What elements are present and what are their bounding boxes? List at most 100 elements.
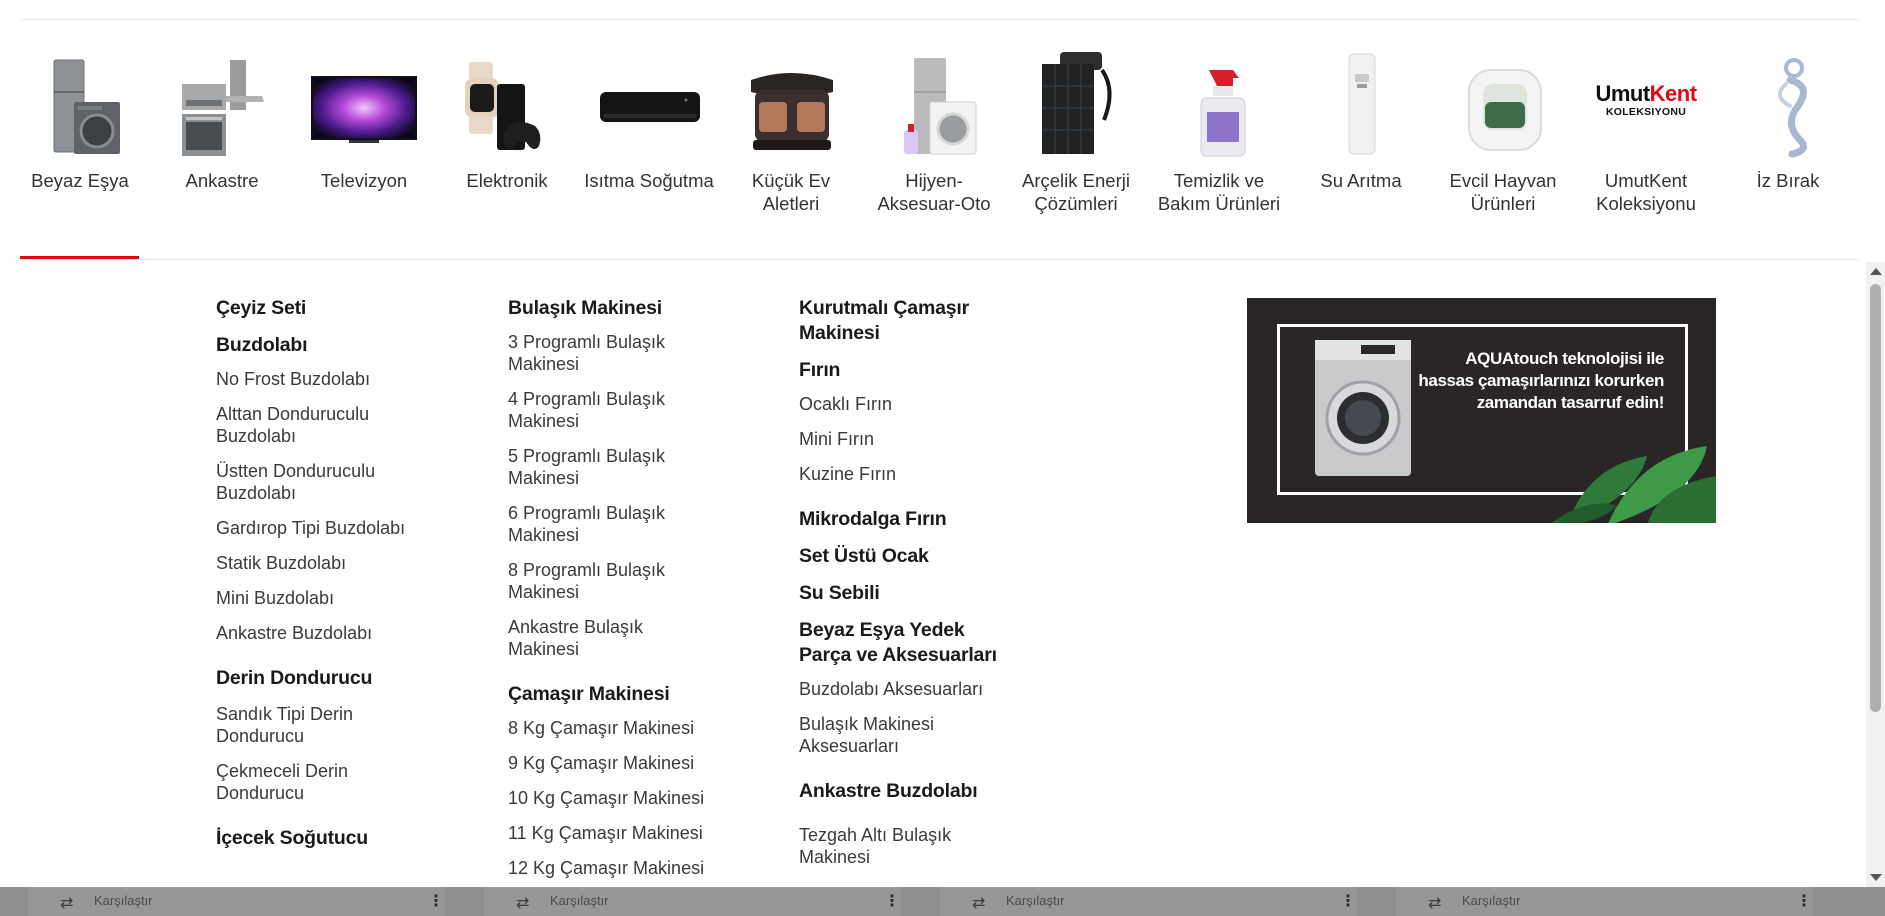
menu-heading-firin[interactable]: Fırın — [799, 358, 1009, 383]
menu-link[interactable]: Ankastre Buzdolabı — [216, 622, 426, 644]
menu-heading-icecek-sogutucu[interactable]: İçecek Soğutucu — [216, 826, 426, 851]
menu-heading-bulasik-makinesi[interactable]: Bulaşık Makinesi — [508, 296, 718, 321]
washing-machine-image — [1315, 340, 1411, 476]
menu-link[interactable]: Ocaklı Fırın — [799, 393, 1009, 415]
menu-link[interactable]: Mini Buzdolabı — [216, 587, 426, 609]
menu-link[interactable]: 8 Programlı Bulaşık Makinesi — [508, 559, 718, 603]
spray-bottle-icon — [1169, 40, 1269, 160]
compare-button[interactable]: ⇄ Karşılaştır ⋮ — [484, 887, 902, 916]
scroll-thumb[interactable] — [1870, 284, 1881, 712]
menu-column-3: Kurutmalı Çamaşır Makinesi Fırın Ocaklı … — [799, 296, 1009, 881]
menu-heading-buzdolabi[interactable]: Buzdolabı — [216, 333, 426, 358]
compare-arrows-icon: ⇄ — [972, 895, 986, 912]
category-label: Isıtma Soğutma — [584, 170, 714, 191]
category-label: Ankastre — [185, 170, 259, 191]
menu-link[interactable]: 6 Programlı Bulaşık Makinesi — [508, 502, 718, 546]
menu-heading-su-sebili[interactable]: Su Sebili — [799, 581, 1009, 606]
banner-headline: AQUAtouch teknolojisi ile hassas çamaşır… — [1418, 349, 1664, 412]
menu-link[interactable]: Çekmeceli Derin Dondurucu — [216, 760, 426, 804]
menu-heading-set-ustu-ocak[interactable]: Set Üstü Ocak — [799, 544, 1009, 569]
menu-link[interactable]: Tezgah Altı Bulaşık Makinesi — [799, 824, 1009, 868]
pet-litter-box-icon — [1453, 40, 1553, 160]
category-label: Televizyon — [320, 170, 408, 191]
fridge-washer-icon — [30, 40, 130, 160]
menu-column-1: Çeyiz Seti Buzdolabı No Frost Buzdolabı … — [216, 296, 426, 863]
category-label: Küçük Ev Aletleri — [751, 170, 831, 214]
air-conditioner-icon — [594, 40, 704, 160]
more-options-icon[interactable]: ⋮ — [1340, 891, 1356, 911]
compare-button[interactable]: ⇄ Karşılaştır ⋮ — [940, 887, 1358, 916]
menu-link[interactable]: 5 Programlı Bulaşık Makinesi — [508, 445, 718, 489]
compare-arrows-icon: ⇄ — [60, 895, 74, 912]
coffee-machine-icon — [741, 40, 841, 160]
promo-banner[interactable]: AQUAtouch teknolojisi ile hassas çamaşır… — [1247, 298, 1716, 523]
category-iz-birak[interactable]: İz Bırak — [1717, 40, 1859, 192]
category-temizlik-bakim[interactable]: Temizlik ve Bakım Ürünleri — [1148, 40, 1290, 215]
category-hijyen-aksesuar-oto[interactable]: Hijyen-Aksesuar-Oto — [863, 40, 1005, 215]
compare-button[interactable]: ⇄ Karşılaştır ⋮ — [28, 887, 446, 916]
top-divider — [20, 19, 1860, 20]
menu-link[interactable]: Buzdolabı Aksesuarları — [799, 678, 1009, 700]
menu-heading-derin-dondurucu[interactable]: Derin Dondurucu — [216, 666, 426, 691]
category-label: Elektronik — [466, 170, 548, 191]
menu-link[interactable]: Alttan Donduruculu Buzdolabı — [216, 403, 426, 447]
leaves-image — [1551, 446, 1716, 523]
category-label: UmutKent Koleksiyonu — [1596, 170, 1696, 214]
category-label: Su Arıtma — [1320, 170, 1402, 191]
menu-link[interactable]: 3 Programlı Bulaşık Makinesi — [508, 331, 718, 375]
menu-heading-camasir-makinesi[interactable]: Çamaşır Makinesi — [508, 682, 718, 707]
menu-link[interactable]: Kuzine Fırın — [799, 463, 1009, 485]
watch-console-icon — [457, 40, 557, 160]
hygiene-products-icon — [884, 40, 984, 160]
category-label: Hijyen-Aksesuar-Oto — [877, 170, 991, 214]
category-label: Temizlik ve Bakım Ürünleri — [1157, 170, 1281, 214]
more-options-icon[interactable]: ⋮ — [428, 891, 444, 911]
menu-link[interactable]: Üstten Donduruculu Buzdolabı — [216, 460, 426, 504]
menu-link[interactable]: 9 Kg Çamaşır Makinesi — [508, 752, 718, 774]
category-kucuk-ev-aletleri[interactable]: Küçük Ev Aletleri — [720, 40, 862, 215]
menu-heading-yedek-parca[interactable]: Beyaz Eşya Yedek Parça ve Aksesuarları — [799, 618, 1009, 668]
category-elektronik[interactable]: Elektronik — [436, 40, 578, 192]
scroll-up-arrow-icon[interactable] — [1870, 268, 1882, 275]
menu-link[interactable]: 12 Kg Çamaşır Makinesi — [508, 857, 718, 879]
menu-link[interactable]: Mini Fırın — [799, 428, 1009, 450]
menu-heading-mikrodalga[interactable]: Mikrodalga Fırın — [799, 507, 1009, 532]
category-arcelik-enerji[interactable]: Arçelik Enerji Çözümleri — [1005, 40, 1147, 215]
category-su-aritma[interactable]: Su Arıtma — [1290, 40, 1432, 192]
menu-link[interactable]: Bulaşık Makinesi Aksesuarları — [799, 713, 1009, 757]
category-evcil-hayvan[interactable]: Evcil Hayvan Ürünleri — [1432, 40, 1574, 215]
category-televizyon[interactable]: Televizyon — [293, 40, 435, 192]
menu-link[interactable]: Gardırop Tipi Buzdolabı — [216, 517, 426, 539]
menu-link[interactable]: 8 Kg Çamaşır Makinesi — [508, 717, 718, 739]
menu-link[interactable]: 4 Programlı Bulaşık Makinesi — [508, 388, 718, 432]
category-ankastre[interactable]: Ankastre — [151, 40, 293, 192]
category-label: Beyaz Eşya — [31, 170, 129, 191]
menu-link[interactable]: No Frost Buzdolabı — [216, 368, 426, 390]
compare-button[interactable]: ⇄ Karşılaştır ⋮ — [1396, 887, 1814, 916]
category-label: İz Bırak — [1756, 170, 1820, 191]
category-beyaz-esya[interactable]: Beyaz Eşya — [9, 40, 151, 192]
menu-heading-ceyiz-seti[interactable]: Çeyiz Seti — [216, 296, 426, 321]
more-options-icon[interactable]: ⋮ — [1796, 891, 1812, 911]
category-divider — [20, 259, 1860, 260]
category-isitma-sogutma[interactable]: Isıtma Soğutma — [578, 40, 720, 192]
solar-panel-charger-icon — [1026, 40, 1126, 160]
menu-heading-ankastre-buzdolabi[interactable]: Ankastre Buzdolabı — [799, 779, 1009, 804]
compare-bar: ⇄ Karşılaştır ⋮ ⇄ Karşılaştır ⋮ ⇄ Karşıl… — [0, 887, 1885, 916]
menu-link[interactable]: Sandık Tipi Derin Dondurucu — [216, 703, 426, 747]
category-umutkent[interactable]: UmutKent KOLEKSIYONU UmutKent Koleksiyon… — [1575, 40, 1717, 215]
menu-link[interactable]: 11 Kg Çamaşır Makinesi — [508, 822, 718, 844]
tv-icon — [309, 40, 419, 160]
category-strip: Beyaz Eşya Ankastre Televizyon Elektroni… — [0, 40, 1860, 260]
built-in-oven-icon — [172, 40, 272, 160]
scroll-down-arrow-icon[interactable] — [1870, 874, 1882, 881]
scrollbar[interactable] — [1866, 262, 1885, 887]
iz-birak-logo — [1738, 40, 1838, 160]
menu-heading-kurutmali-camasir[interactable]: Kurutmalı Çamaşır Makinesi — [799, 296, 1009, 346]
compare-arrows-icon: ⇄ — [1428, 895, 1442, 912]
menu-link[interactable]: Ankastre Bulaşık Makinesi — [508, 616, 718, 660]
menu-column-2: Bulaşık Makinesi 3 Programlı Bulaşık Mak… — [508, 296, 718, 892]
menu-link[interactable]: Statik Buzdolabı — [216, 552, 426, 574]
menu-link[interactable]: 10 Kg Çamaşır Makinesi — [508, 787, 718, 809]
more-options-icon[interactable]: ⋮ — [884, 891, 900, 911]
